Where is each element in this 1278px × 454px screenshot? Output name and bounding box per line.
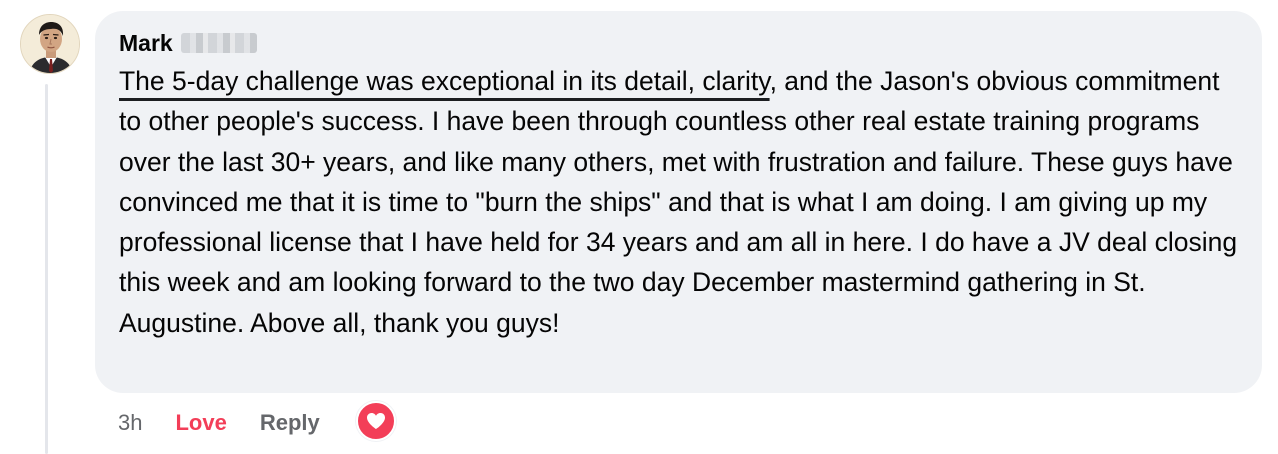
comment-actions: 3h Love Reply [118, 401, 396, 443]
comment-text-underlined: The 5-day challenge was exceptional in i… [119, 66, 770, 96]
reply-button[interactable]: Reply [260, 410, 320, 436]
redacted-surname [180, 33, 257, 53]
avatar-portrait-icon [21, 15, 79, 73]
comment-text: The 5-day challenge was exceptional in i… [119, 61, 1244, 343]
comment-bubble: Mark The 5-day challenge was exceptional… [95, 11, 1262, 393]
reaction-count-badge[interactable] [355, 401, 396, 441]
author-row: Mark [119, 29, 257, 57]
avatar[interactable] [20, 14, 80, 74]
love-button[interactable]: Love [175, 410, 226, 436]
heart-icon [366, 413, 385, 429]
thread-line [45, 84, 48, 454]
comment-text-rest: , and the Jason's obvious commitment to … [119, 66, 1238, 338]
author-name[interactable]: Mark [119, 30, 173, 57]
timestamp[interactable]: 3h [118, 410, 142, 436]
